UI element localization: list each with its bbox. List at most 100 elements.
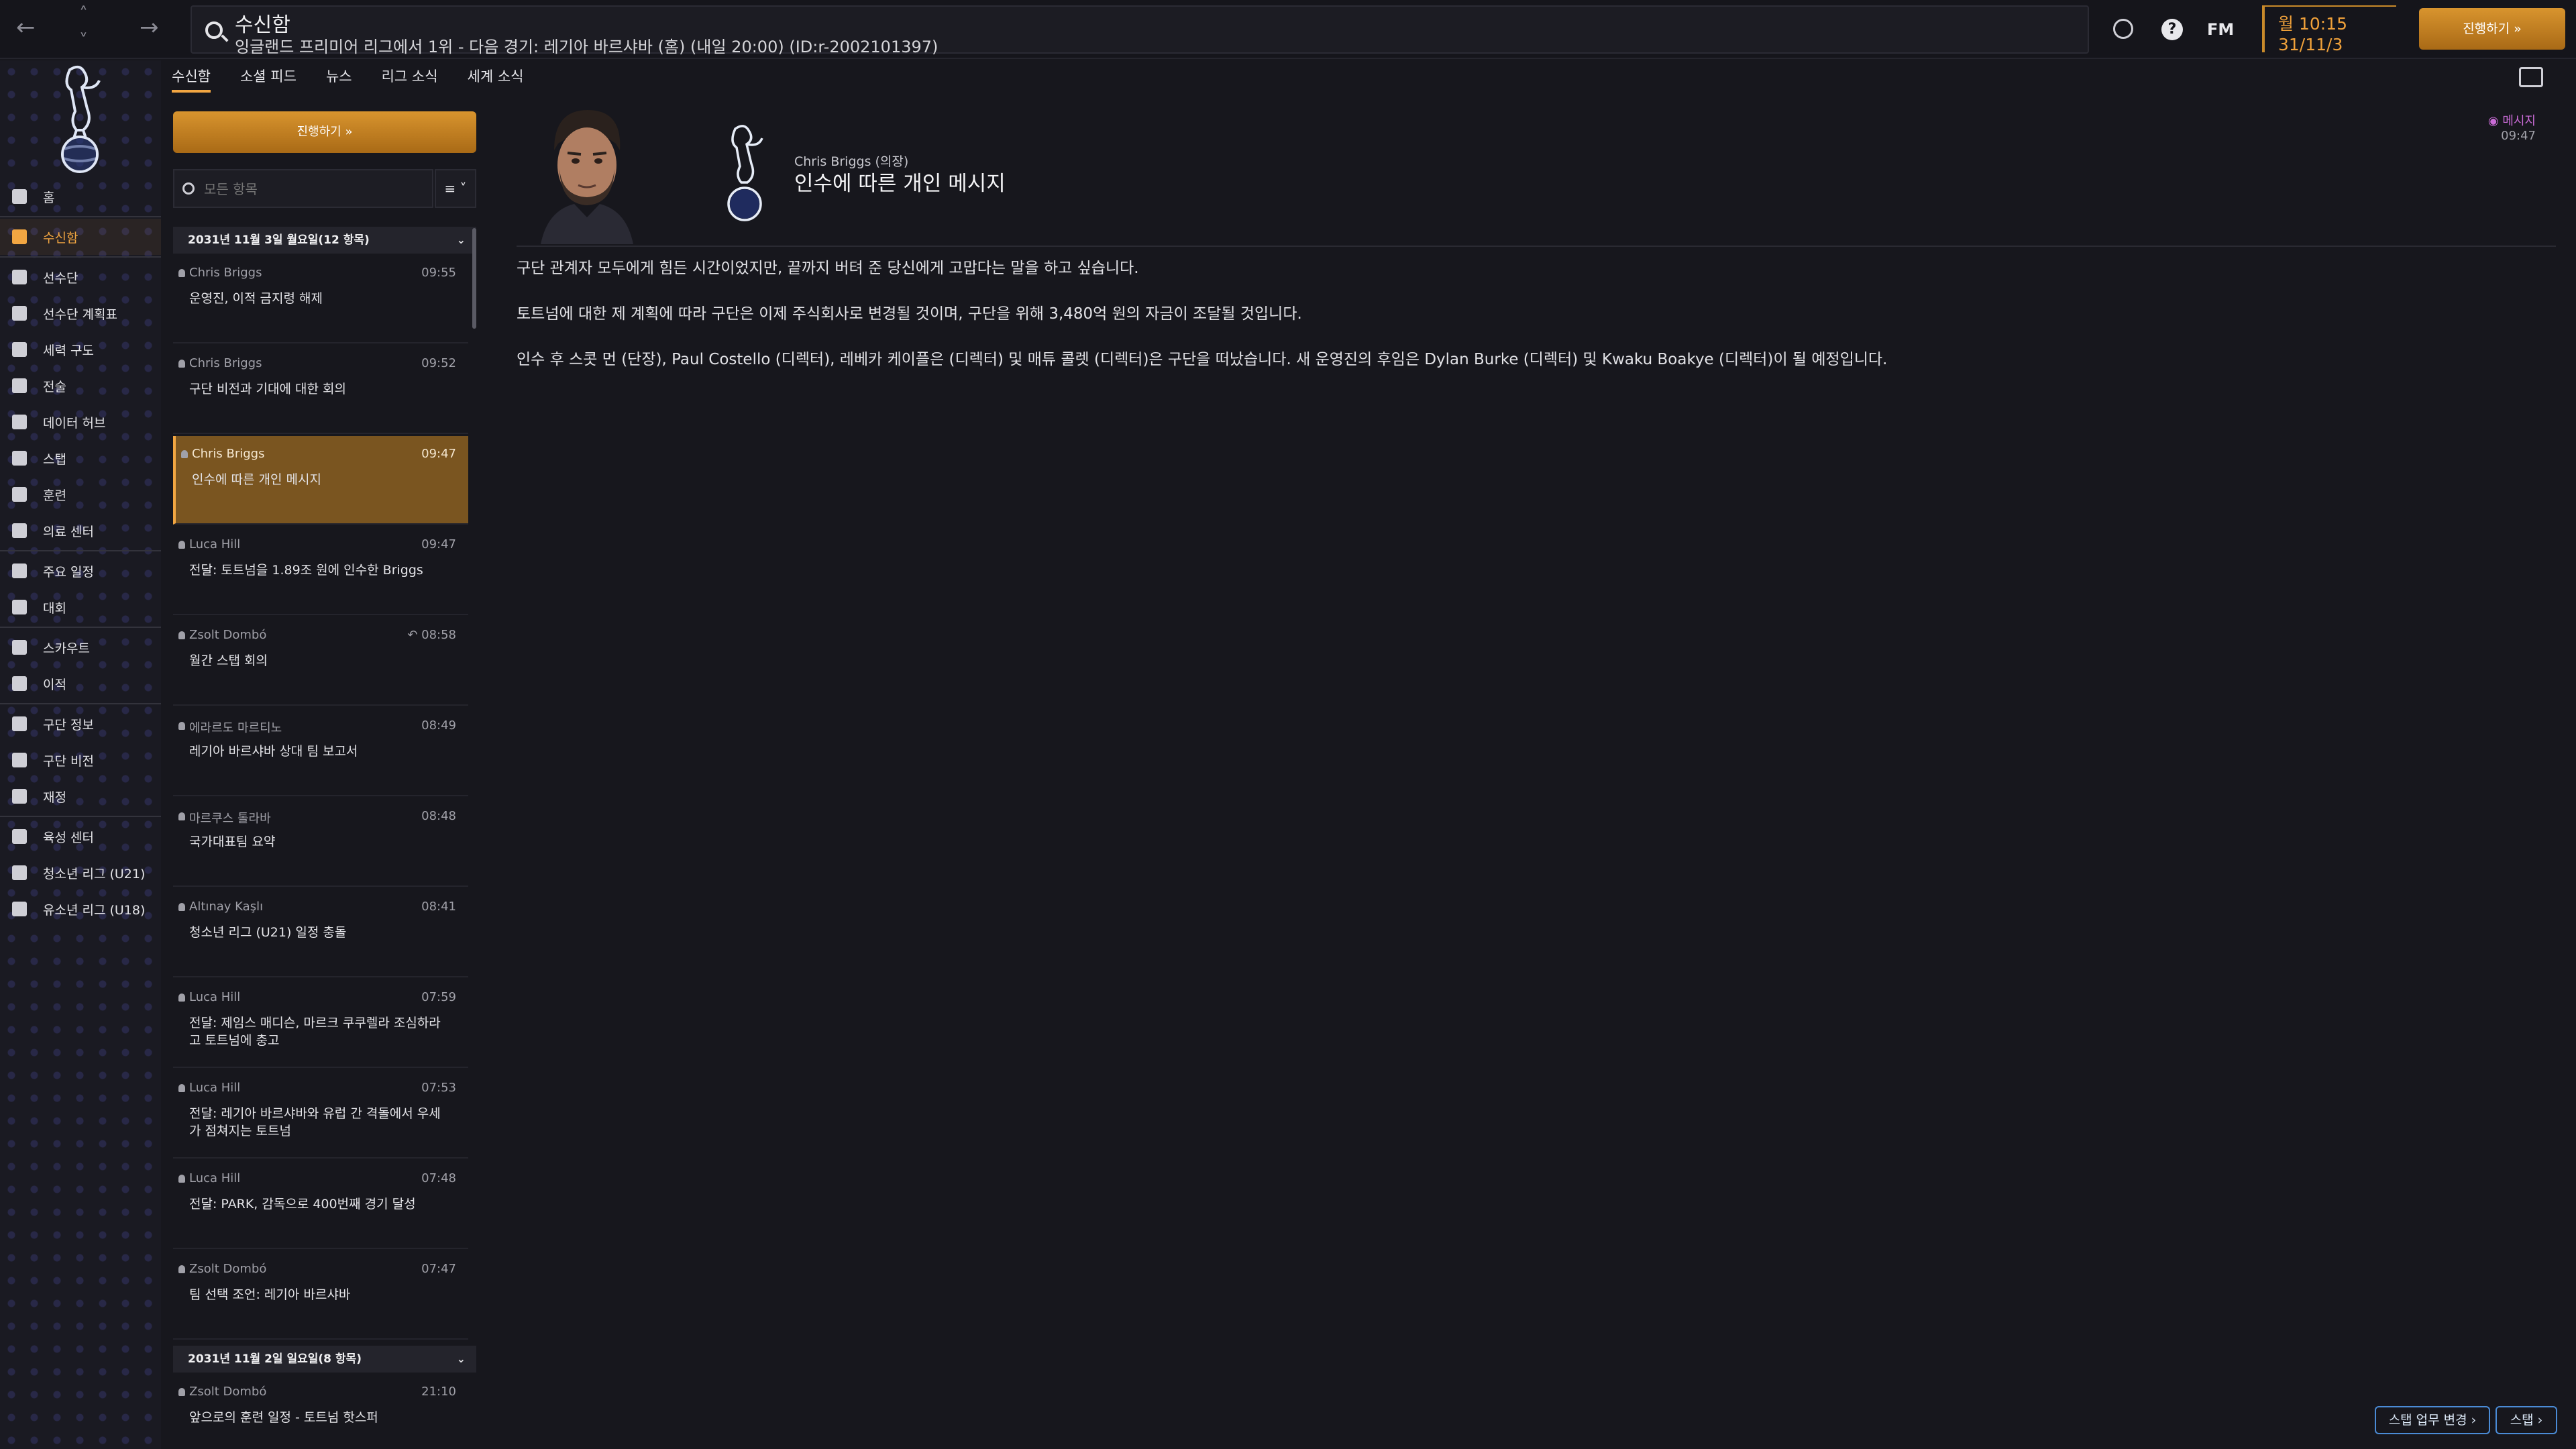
message-time: 09:47 bbox=[421, 537, 456, 551]
sidebar-item-finances[interactable]: 재정 bbox=[0, 778, 161, 814]
sidebar-item-label: 주요 일정 bbox=[43, 564, 94, 580]
down-arrow-icon[interactable]: ˅ bbox=[79, 32, 88, 50]
sidebar-item-competitions[interactable]: 대회 bbox=[0, 589, 161, 625]
staff-button[interactable]: 스탭 › bbox=[2496, 1406, 2557, 1434]
list-scrollbar[interactable] bbox=[472, 228, 476, 329]
change-staff-duties-button[interactable]: 스탭 업무 변경 › bbox=[2375, 1406, 2490, 1434]
brain-icon[interactable] bbox=[2113, 19, 2133, 39]
sidebar-divider bbox=[0, 216, 161, 217]
up-arrow-icon[interactable]: ˄ bbox=[79, 5, 88, 23]
list-item[interactable]: Zsolt Dombó 07:47 팀 선택 조언: 레기아 바르샤바 bbox=[173, 1251, 468, 1340]
sidebar-item-u18[interactable]: 유소년 리그 (U18) bbox=[0, 891, 161, 927]
chevron-down-icon: ⌄ bbox=[456, 233, 466, 246]
message-sender: Altınay Kaşlı bbox=[178, 900, 264, 914]
youth-team-icon bbox=[12, 902, 27, 916]
sidebar-item-development[interactable]: 육성 센터 bbox=[0, 818, 161, 855]
date-group-header[interactable]: 2031년 11월 3일 월요일(12 항목) ⌄ bbox=[173, 227, 476, 254]
forward-arrow-icon[interactable]: → bbox=[140, 16, 159, 39]
search-icon bbox=[182, 182, 195, 195]
sidebar-item-schedule[interactable]: 주요 일정 bbox=[0, 553, 161, 589]
message-sender: 마르쿠스 톨라바 bbox=[178, 809, 271, 826]
list-item[interactable]: 마르쿠스 톨라바 08:48 국가대표팀 요약 bbox=[173, 798, 468, 887]
message-subject: 앞으로의 훈련 일정 - 토트넘 핫스퍼 bbox=[189, 1410, 378, 1425]
list-item[interactable]: Zsolt Dombó 21:10 앞으로의 훈련 일정 - 토트넘 핫스퍼 bbox=[173, 1374, 468, 1449]
filter-menu-button[interactable]: ≡ ˅ bbox=[435, 169, 476, 208]
tab-news[interactable]: 뉴스 bbox=[326, 66, 352, 93]
sidebar-item-label: 스탭 bbox=[43, 451, 66, 467]
list-item[interactable]: Chris Briggs 09:55 운영진, 이적 금지령 해제 bbox=[173, 255, 468, 343]
sidebar-item-squad[interactable]: 선수단 bbox=[0, 259, 161, 295]
list-item[interactable]: Altınay Kaşlı 08:41 청소년 리그 (U21) 일정 충돌 bbox=[173, 889, 468, 977]
inbox-icon bbox=[12, 229, 27, 244]
money-icon bbox=[12, 789, 27, 804]
message-subject: 국가대표팀 요약 bbox=[189, 835, 276, 849]
message-time: 09:55 bbox=[421, 266, 456, 280]
help-icon[interactable]: ? bbox=[2161, 19, 2183, 40]
tab-world-news[interactable]: 세계 소식 bbox=[468, 66, 524, 93]
message-subject: 전달: 토트넘을 1.89조 원에 인수한 Briggs bbox=[189, 563, 423, 578]
fm-logo[interactable]: FM bbox=[2207, 20, 2234, 39]
global-search-bar[interactable]: 수신함 잉글랜드 프리미어 리그에서 1위 - 다음 경기: 레기아 바르샤바 … bbox=[191, 5, 2089, 56]
shield-icon bbox=[12, 716, 27, 731]
sidebar-item-label: 선수단 계획표 bbox=[43, 307, 117, 322]
sidebar-item-u21[interactable]: 청소년 리그 (U21) bbox=[0, 855, 161, 891]
trophy-icon bbox=[12, 600, 27, 614]
sidebar-item-tactics[interactable]: 전술 bbox=[0, 368, 161, 404]
message-type-badge: ◉ 메시지 bbox=[2487, 114, 2536, 128]
sidebar-item-label: 구단 정보 bbox=[43, 717, 94, 733]
sidebar-item-inbox[interactable]: 수신함 bbox=[0, 219, 161, 255]
message-subject: 레기아 바르샤바 상대 팀 보고서 bbox=[189, 744, 358, 759]
inbox-search[interactable] bbox=[173, 169, 433, 208]
sidebar-item-label: 구단 비전 bbox=[43, 753, 94, 769]
message-time: 09:47 bbox=[421, 447, 456, 461]
message-sender: Luca Hill bbox=[178, 1171, 241, 1185]
club-crest-icon bbox=[61, 65, 101, 173]
inbox-search-input[interactable] bbox=[204, 178, 419, 200]
sidebar-item-data-hub[interactable]: 데이터 허브 bbox=[0, 404, 161, 440]
list-item[interactable]: Luca Hill 07:53 전달: 레기아 바르샤바와 유럽 간 격돌에서 … bbox=[173, 1070, 468, 1159]
sidebar-item-label: 의료 센터 bbox=[43, 524, 94, 539]
list-item[interactable]: Luca Hill 07:59 전달: 제임스 매디슨, 마르크 쿠쿠렐라 조심… bbox=[173, 979, 468, 1068]
calendar-icon bbox=[12, 564, 27, 578]
sidebar-item-staff[interactable]: 스탭 bbox=[0, 440, 161, 476]
list-item-selected[interactable]: Chris Briggs 09:47 인수에 따른 개인 메시지 bbox=[173, 436, 468, 525]
sidebar-divider bbox=[0, 627, 161, 628]
medical-kit-icon bbox=[12, 523, 27, 538]
sidebar-item-medical[interactable]: 의료 센터 bbox=[0, 513, 161, 549]
sidebar-item-club-info[interactable]: 구단 정보 bbox=[0, 706, 161, 742]
sidebar-item-label: 선수단 bbox=[43, 270, 78, 286]
top-bar: ← ˄ ˅ → 수신함 잉글랜드 프리미어 리그에서 1위 - 다음 경기: 레… bbox=[0, 0, 2576, 59]
sidebar-item-home[interactable]: 홈 bbox=[0, 178, 161, 215]
continue-button[interactable]: 진행하기 » bbox=[173, 111, 476, 153]
list-item[interactable]: Chris Briggs 09:52 구단 비전과 기대에 대한 회의 bbox=[173, 345, 468, 434]
back-arrow-icon[interactable]: ← bbox=[16, 16, 36, 39]
sidebar-divider bbox=[0, 550, 161, 551]
shirt-icon bbox=[12, 270, 27, 284]
sidebar-item-label: 세력 구도 bbox=[43, 343, 94, 358]
game-date[interactable]: 월 10:15 31/11/3 bbox=[2262, 5, 2396, 54]
sidebar-item-club-vision[interactable]: 구단 비전 bbox=[0, 742, 161, 778]
tab-social-feed[interactable]: 소셜 피드 bbox=[240, 66, 297, 93]
continue-button[interactable]: 진행하기 » bbox=[2419, 8, 2565, 50]
message-subject: 전달: 제임스 매디슨, 마르크 쿠쿠렐라 조심하라고 토트넘에 충고 bbox=[189, 1016, 441, 1048]
sidebar-item-transfers[interactable]: 이적 bbox=[0, 665, 161, 702]
sidebar-divider bbox=[0, 256, 161, 258]
list-item[interactable]: Zsolt Dombó ↶ 08:58 월간 스탭 회의 bbox=[173, 617, 468, 706]
sidebar-item-scouting[interactable]: 스카우트 bbox=[0, 629, 161, 665]
screen-layout-icon[interactable] bbox=[2519, 67, 2543, 87]
sidebar-item-dynamics[interactable]: 세력 구도 bbox=[0, 331, 161, 368]
tab-inbox[interactable]: 수신함 bbox=[172, 66, 211, 93]
list-item[interactable]: 에라르도 마르티노 08:49 레기아 바르샤바 상대 팀 보고서 bbox=[173, 708, 468, 796]
date-group-header[interactable]: 2031년 11월 2일 일요일(8 항목) ⌄ bbox=[173, 1346, 476, 1373]
message-sender: Luca Hill bbox=[178, 537, 241, 551]
header-divider bbox=[517, 246, 2556, 247]
message-sender: Chris Briggs bbox=[178, 356, 262, 370]
message-sender: Luca Hill bbox=[178, 990, 241, 1004]
tab-league-news[interactable]: 리그 소식 bbox=[382, 66, 438, 93]
list-item[interactable]: Luca Hill 09:47 전달: 토트넘을 1.89조 원에 인수한 Br… bbox=[173, 527, 468, 615]
list-item[interactable]: Luca Hill 07:48 전달: PARK, 감독으로 400번째 경기 … bbox=[173, 1161, 468, 1249]
sidebar-item-label: 전술 bbox=[43, 379, 66, 394]
message-time: 09:52 bbox=[421, 356, 456, 370]
sidebar-item-squad-planner[interactable]: 선수단 계획표 bbox=[0, 295, 161, 331]
sidebar-item-training[interactable]: 훈련 bbox=[0, 476, 161, 513]
